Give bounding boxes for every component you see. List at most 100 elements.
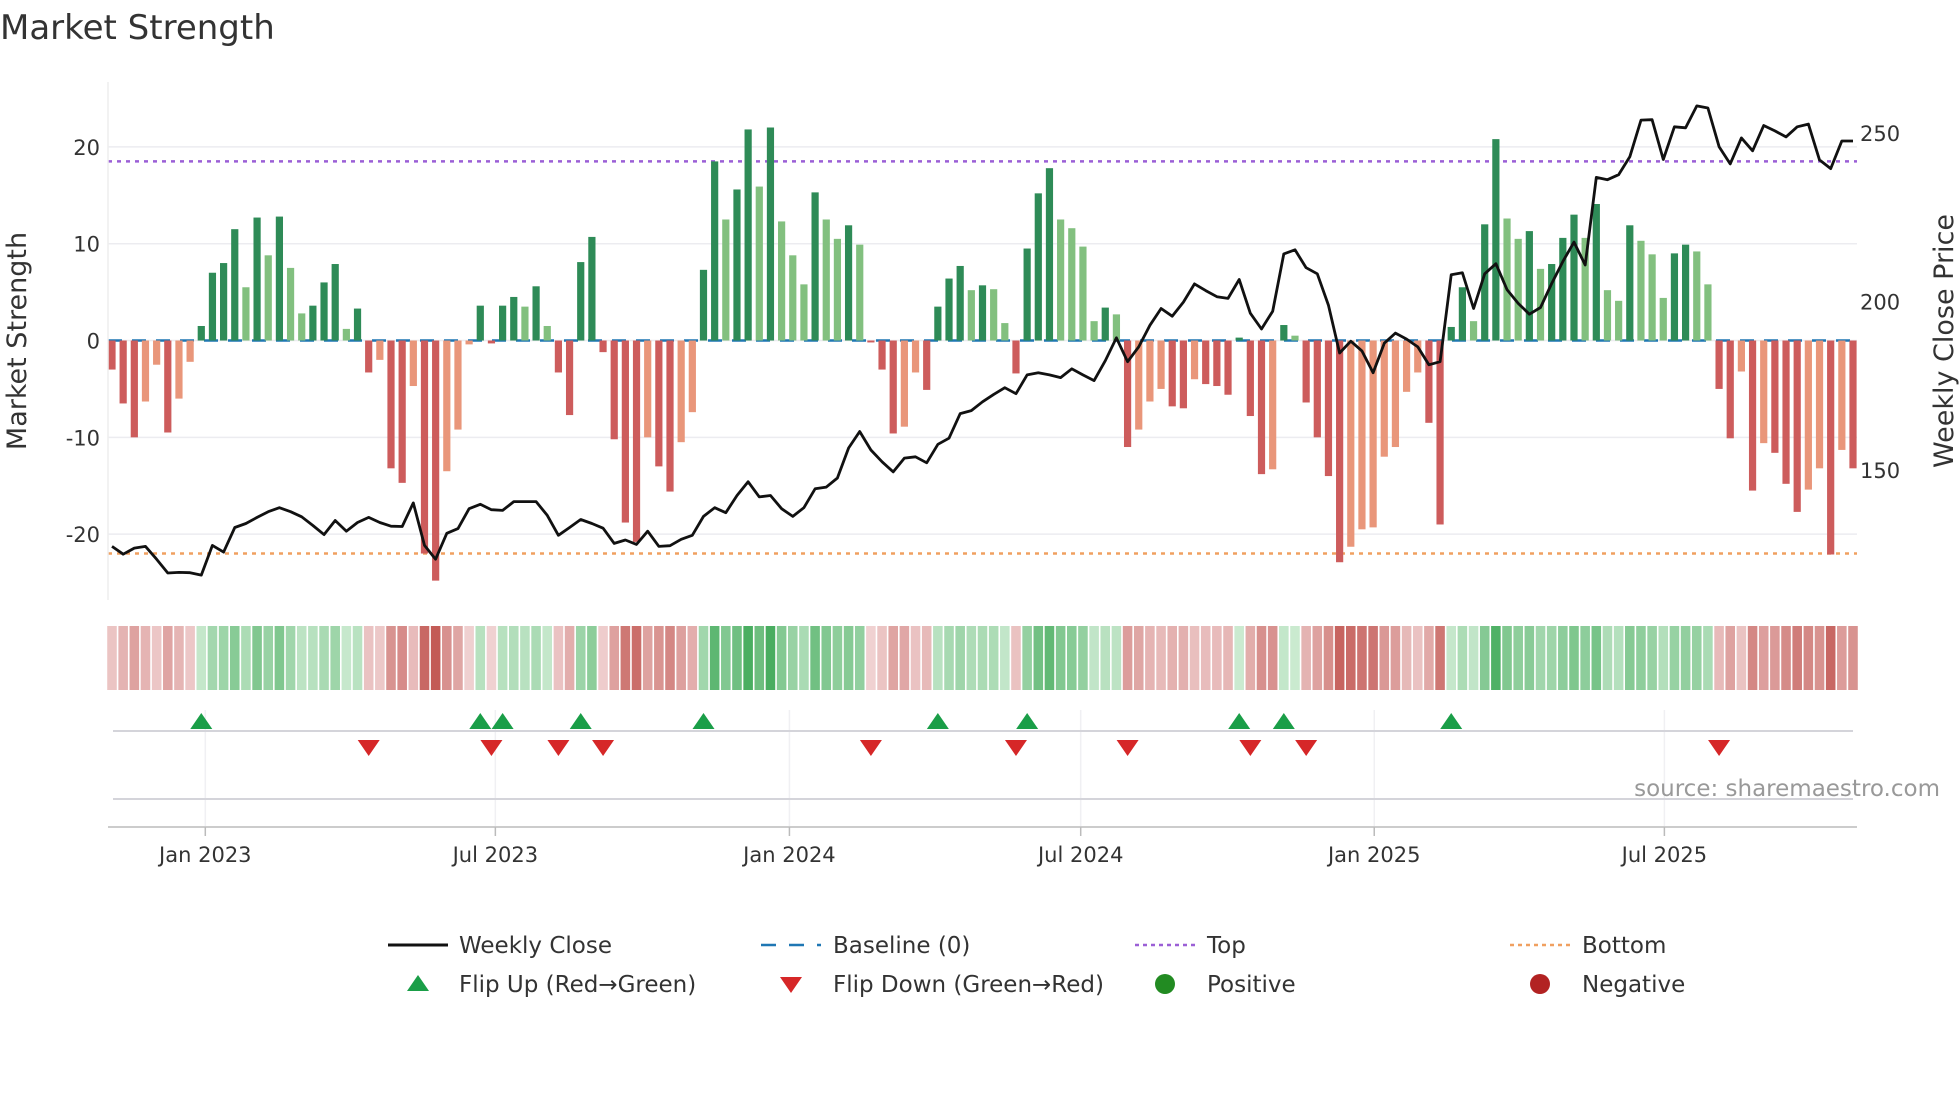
legend-baseline-0-label: Baseline (0) [833,933,970,959]
heat-strip-cell [1825,626,1836,690]
flip-up-marker [190,713,213,729]
strength-bar [353,308,362,341]
strength-bar [532,286,540,341]
strength-bar [800,284,808,341]
strength-bar [1827,340,1835,555]
heat-strip-cell [743,626,753,690]
heat-strip-cell [1546,626,1557,690]
heat-strip-cell [118,626,128,690]
heat-strip-cell [1703,626,1713,690]
heat-strip-cell [598,626,608,690]
heat-strip-cell [1390,626,1401,690]
strength-bar [1726,340,1734,439]
heat-strip-cell [151,626,162,690]
strength-bar [1425,340,1433,423]
strength-bar [1269,340,1277,470]
heat-strip-cell [1000,626,1010,690]
strength-bar [1436,340,1444,525]
heat-strip-cell [732,626,742,690]
flip-down-marker [1239,740,1262,756]
heat-strip-cell [442,626,452,690]
strength-bar [867,340,875,343]
strength-bar [1737,340,1745,372]
heat-strip-cell [1468,626,1479,690]
x-tick-label: Jan 2023 [157,843,252,867]
strength-bar [342,328,350,341]
strength-bar [610,340,618,440]
strength-bar [320,282,328,341]
heat-strip-cell [1848,626,1858,690]
strength-bar [420,340,429,554]
heat-strip-cell [1558,626,1568,690]
strength-bar [1704,284,1712,341]
strength-bar [811,192,819,341]
strength-bar [153,340,161,365]
heat-strip-cell [1267,626,1278,690]
heat-strip-cell [1011,626,1021,690]
strength-bar [253,217,261,341]
heat-strip-cell [877,626,887,690]
heat-strip-cell [642,626,653,690]
heat-strip-cell [1725,626,1736,690]
strength-bar [554,340,563,373]
strength-bar [1670,253,1679,341]
heat-strip-cell [966,626,977,690]
heat-strip-cell [285,626,296,690]
heat-strip-cell [665,626,675,690]
flip-down-marker [547,740,570,756]
strength-bar [666,340,674,492]
chart-title: Market Strength [0,8,275,48]
strength-bar [465,340,473,345]
heat-strip-cell [1301,626,1311,690]
strength-bar [978,285,987,341]
y-tick-label: 0 [87,330,100,354]
flip-down-marker [592,740,615,756]
y-tick-label: 10 [73,233,100,257]
heat-strip-cell [1089,626,1099,690]
heat-strip-cell [1379,626,1390,690]
strength-bar [990,289,998,341]
heat-strip-cell [1580,626,1590,690]
strength-bar [1146,340,1154,402]
heat-strip-cell [1223,626,1233,690]
heat-strip-cell [196,626,207,690]
flip-up-marker [1228,713,1251,729]
strength-bar [1190,340,1199,380]
strength-bar [1525,231,1533,341]
heat-strip-cell [475,626,486,690]
heat-strip-cell [1837,626,1847,690]
y-axis-label: Market Strength [2,232,33,450]
heat-strip-cell [352,626,363,690]
strength-bar [833,238,842,341]
heat-strip-cell [687,626,698,690]
heat-strip-cell [888,626,898,690]
strength-bar [789,255,797,341]
heat-strip-cell [419,626,430,690]
heat-strip-cell [1167,626,1178,690]
strength-bar [711,161,719,341]
strength-bar [309,305,317,341]
strength-bar [1782,340,1790,484]
strength-bar [1012,340,1020,374]
heat-strip-cell [229,626,240,690]
strength-bar [108,340,116,370]
strength-bar [923,340,931,390]
strength-bar [208,272,217,341]
flip-up-marker [926,713,949,729]
flip-down-marker [357,740,380,756]
heat-strip-cell [1133,626,1144,690]
heat-strip-cell [1569,626,1579,690]
strength-bar [733,189,741,341]
strength-bar [1492,139,1500,341]
heat-strip-cell [1535,626,1546,690]
strength-bar [1804,340,1812,490]
heat-strip-cell [241,626,251,690]
strength-bar [1637,240,1645,341]
heat-strip-cell [174,626,184,690]
heat-strip-cell [754,626,765,690]
strength-bar [376,340,384,360]
strength-bar [1224,340,1232,395]
strength-bar [1202,340,1210,385]
strength-bar [1570,214,1578,341]
y-tick-label: 20 [73,136,100,160]
